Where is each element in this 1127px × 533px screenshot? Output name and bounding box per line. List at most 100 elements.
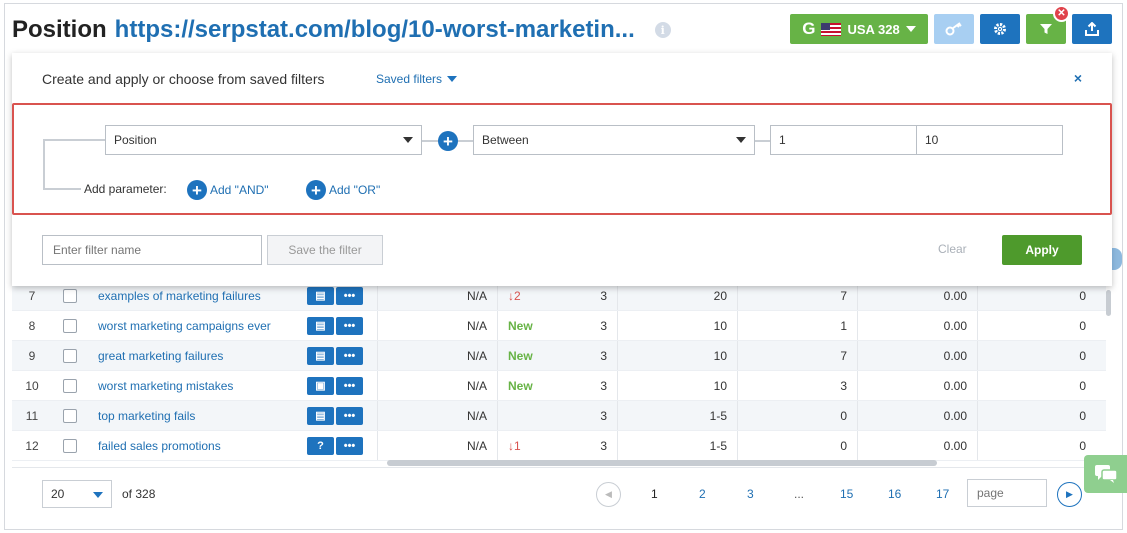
cell-value: 0.00 [857, 431, 977, 460]
horizontal-scrollbar[interactable] [387, 460, 937, 466]
close-icon[interactable]: ✕ [1053, 5, 1070, 22]
page-link-16[interactable]: 16 [888, 487, 901, 501]
filter-button[interactable]: ✕ [1026, 5, 1070, 44]
condition-select[interactable]: Between [473, 125, 755, 155]
add-and-button[interactable]: + Add "AND" [187, 180, 269, 200]
chevron-down-icon [447, 76, 458, 82]
clear-button[interactable]: Clear [938, 242, 967, 256]
more-options-button[interactable]: ••• [336, 406, 363, 425]
prev-page-icon[interactable]: ◀ [596, 482, 621, 507]
vertical-scrollbar[interactable] [1106, 290, 1111, 316]
more-options-button[interactable]: ••• [336, 436, 363, 455]
save-filter-button[interactable]: Save the filter [267, 235, 383, 265]
chat-icon[interactable]: ▤ [307, 406, 334, 425]
row-number: 8 [28, 318, 36, 333]
dynamics-cell: New [497, 341, 557, 370]
per-page-select[interactable]: 20 [42, 480, 112, 508]
more-options-button[interactable]: ••• [336, 316, 363, 335]
cell-value: 7 [737, 341, 857, 370]
value-to-input[interactable]: 10 [916, 125, 1063, 155]
page-title: Position [12, 16, 107, 43]
cell-value: 3 [600, 318, 607, 333]
cell-value: 0 [977, 401, 1096, 430]
row-checkbox[interactable] [63, 288, 77, 303]
dynamics-cell: ↓1 [497, 431, 557, 460]
add-or-button[interactable]: + Add "OR" [306, 180, 380, 200]
page-link-1[interactable]: 1 [651, 487, 658, 501]
chat-widget-button[interactable] [1084, 455, 1127, 493]
row-number: 9 [28, 348, 36, 363]
next-page-icon[interactable]: ▶ [1057, 482, 1082, 507]
page-url-link[interactable]: https://serpstat.com/blog/10-worst-marke… [115, 16, 635, 44]
more-options-button[interactable]: ••• [336, 376, 363, 395]
table-row: 12 failed sales promotions? ••• N/A ↓1 3 1-5 0 0… [12, 431, 1106, 461]
page-link-3[interactable]: 3 [747, 487, 754, 501]
row-checkbox[interactable] [63, 408, 77, 423]
close-icon[interactable]: × [1074, 70, 1082, 86]
cell-value: 3 [600, 348, 607, 363]
page-input[interactable] [967, 479, 1047, 507]
parameter-select[interactable]: Position [105, 125, 422, 155]
row-checkbox-cell [52, 348, 88, 363]
question-icon[interactable]: ? [307, 436, 334, 455]
row-checkbox[interactable] [63, 318, 77, 333]
row-checkbox[interactable] [63, 348, 77, 363]
chat-icon[interactable]: ▤ [307, 316, 334, 335]
saved-filters-dropdown[interactable]: Saved filters [376, 72, 458, 86]
page-link-15[interactable]: 15 [840, 487, 853, 501]
toolbar: G USA 328 ✕ [790, 5, 1112, 44]
page-link-17[interactable]: 17 [936, 487, 949, 501]
apply-button[interactable]: Apply [1002, 235, 1082, 265]
cell-value: 10 [617, 341, 737, 370]
condition-select-value: Between [482, 133, 529, 147]
info-icon[interactable]: i [654, 22, 671, 38]
more-options-button[interactable]: ••• [336, 346, 363, 365]
key-button[interactable] [934, 14, 974, 44]
keyword-link[interactable]: worst marketing campaigns ever [88, 319, 307, 333]
chat-bubbles-icon [1094, 465, 1118, 483]
chat-icon[interactable]: ▤ [307, 346, 334, 365]
chat-icon[interactable]: ▤ [307, 286, 334, 305]
cell-value: 10 [617, 371, 737, 400]
row-checkbox-cell [52, 438, 88, 453]
row-checkbox-cell [52, 318, 88, 333]
cell-value: 0.00 [857, 341, 977, 370]
cell-value: 0.00 [857, 371, 977, 400]
row-checkbox[interactable] [63, 378, 77, 393]
filter-name-input[interactable] [42, 235, 262, 265]
table-row: 11 top marketing fails ▤ ••• N/A 3 1-5 0 0.00 0 [12, 401, 1106, 431]
cell-value: 0 [977, 371, 1096, 400]
keyword-link[interactable]: worst marketing mistakes [88, 379, 307, 393]
keyword-link[interactable]: failed sales promotions [88, 439, 307, 453]
table-row: 10 worst marketing mistakes ▣ ••• N/A New 3 10 3… [12, 371, 1106, 401]
row-checkbox[interactable] [63, 438, 77, 453]
filter-icon [1040, 24, 1052, 34]
dynamics-cell: New [497, 371, 557, 400]
pagination-bar: 20 of 328 ◀ 1 2 3 ... 15 16 17 ▶ [12, 467, 1112, 519]
tree-connector [43, 139, 105, 141]
row-actions: ▤ ••• [307, 346, 377, 365]
page-link-2[interactable]: 2 [699, 487, 706, 501]
row-number: 11 [25, 408, 39, 423]
cell-value: 3 [600, 288, 607, 303]
value-from-input[interactable]: 1 [770, 125, 917, 155]
cell-na: N/A [377, 371, 497, 400]
add-condition-icon[interactable]: + [438, 131, 458, 151]
box-icon[interactable]: ▣ [307, 376, 334, 395]
parameter-select-value: Position [114, 133, 157, 147]
export-button[interactable] [1072, 14, 1112, 44]
chevron-down-icon [93, 492, 103, 498]
cell-value: 0 [737, 431, 857, 460]
settings-button[interactable] [980, 14, 1020, 44]
row-number: 12 [25, 438, 39, 453]
more-options-button[interactable]: ••• [336, 286, 363, 305]
keyword-link[interactable]: examples of marketing failures [88, 289, 307, 303]
keyword-link[interactable]: great marketing failures [88, 349, 307, 363]
region-selector-button[interactable]: G USA 328 [790, 14, 928, 44]
tree-connector [43, 188, 81, 190]
filter-builder: Position + Between 1 10 Add parameter: +… [12, 103, 1112, 215]
table-row: 8 worst marketing campaigns ever ▤ ••• N/A Ne… [12, 311, 1106, 341]
plus-icon: + [306, 180, 326, 200]
cell-na: N/A [377, 341, 497, 370]
keyword-link[interactable]: top marketing fails [88, 409, 307, 423]
